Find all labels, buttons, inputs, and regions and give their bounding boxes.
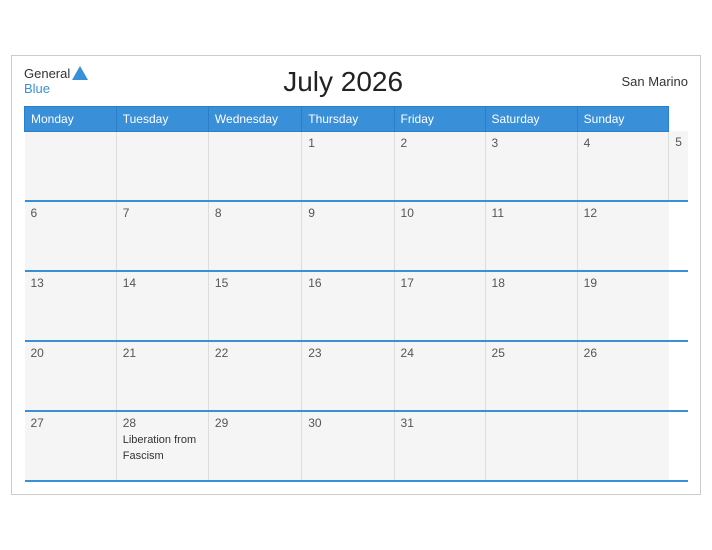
calendar-cell <box>577 411 669 481</box>
header-wednesday: Wednesday <box>208 106 301 131</box>
day-number: 9 <box>308 206 387 220</box>
day-number: 14 <box>123 276 202 290</box>
month-title: July 2026 <box>88 66 598 98</box>
logo-general: General <box>24 67 70 81</box>
calendar-week-row: 12345 <box>25 131 689 201</box>
header-saturday: Saturday <box>485 106 577 131</box>
day-number: 16 <box>308 276 387 290</box>
calendar-cell <box>485 411 577 481</box>
calendar-week-row: 13 14 15 16 17 18 19 <box>25 271 689 341</box>
day-number: 21 <box>123 346 202 360</box>
calendar-wrapper: General Blue July 2026 San Marino Monday… <box>11 55 701 496</box>
calendar-cell: 18 <box>485 271 577 341</box>
calendar-cell: 13 <box>25 271 117 341</box>
calendar-cell: 31 <box>394 411 485 481</box>
day-number: 19 <box>584 276 663 290</box>
header-friday: Friday <box>394 106 485 131</box>
calendar-week-row: 6789 10 11 12 <box>25 201 689 271</box>
day-number: 28 <box>123 416 202 430</box>
day-number: 24 <box>401 346 479 360</box>
calendar-cell: 12 <box>577 201 669 271</box>
calendar-cell: 1 <box>302 131 394 201</box>
calendar-cell: 25 <box>485 341 577 411</box>
day-number: 11 <box>492 206 571 220</box>
day-number: 31 <box>401 416 479 430</box>
calendar-cell: 6 <box>25 201 117 271</box>
event-label: Liberation from Fascism <box>123 434 196 461</box>
calendar-cell: 10 <box>394 201 485 271</box>
calendar-cell <box>25 131 117 201</box>
calendar-cell <box>116 131 208 201</box>
day-number: 2 <box>401 136 479 150</box>
day-number: 10 <box>401 206 479 220</box>
day-number: 23 <box>308 346 387 360</box>
logo-blue: Blue <box>24 82 50 96</box>
day-number: 13 <box>31 276 110 290</box>
logo: General Blue <box>24 67 88 96</box>
calendar-cell: 4 <box>577 131 669 201</box>
calendar-table: Monday Tuesday Wednesday Thursday Friday… <box>24 106 688 483</box>
calendar-cell: 29 <box>208 411 301 481</box>
day-number: 18 <box>492 276 571 290</box>
calendar-cell <box>208 131 301 201</box>
day-number: 30 <box>308 416 387 430</box>
calendar-cell: 23 <box>302 341 394 411</box>
calendar-cell: 5 <box>669 131 688 201</box>
calendar-cell: 27 <box>25 411 117 481</box>
calendar-cell: 7 <box>116 201 208 271</box>
calendar-header: General Blue July 2026 San Marino <box>24 66 688 98</box>
calendar-cell: 24 <box>394 341 485 411</box>
weekday-header-row: Monday Tuesday Wednesday Thursday Friday… <box>25 106 689 131</box>
calendar-cell: 17 <box>394 271 485 341</box>
country-label: San Marino <box>598 74 688 89</box>
day-number: 7 <box>123 206 202 220</box>
calendar-cell: 14 <box>116 271 208 341</box>
calendar-cell: 26 <box>577 341 669 411</box>
calendar-cell: 9 <box>302 201 394 271</box>
header-sunday: Sunday <box>577 106 669 131</box>
calendar-cell: 21 <box>116 341 208 411</box>
calendar-cell: 19 <box>577 271 669 341</box>
header-monday: Monday <box>25 106 117 131</box>
calendar-cell: 28 Liberation from Fascism <box>116 411 208 481</box>
calendar-cell: 15 <box>208 271 301 341</box>
day-number: 6 <box>31 206 110 220</box>
header-tuesday: Tuesday <box>116 106 208 131</box>
calendar-cell: 8 <box>208 201 301 271</box>
day-number: 5 <box>675 135 682 149</box>
day-number: 27 <box>31 416 110 430</box>
calendar-cell: 16 <box>302 271 394 341</box>
day-number: 17 <box>401 276 479 290</box>
calendar-cell: 20 <box>25 341 117 411</box>
day-number: 4 <box>584 136 663 150</box>
logo-triangle-icon <box>72 66 88 80</box>
day-number: 15 <box>215 276 295 290</box>
calendar-cell: 30 <box>302 411 394 481</box>
day-number: 20 <box>31 346 110 360</box>
calendar-cell: 22 <box>208 341 301 411</box>
day-number: 8 <box>215 206 295 220</box>
day-number: 12 <box>584 206 663 220</box>
day-number: 26 <box>584 346 663 360</box>
day-number: 22 <box>215 346 295 360</box>
day-number: 25 <box>492 346 571 360</box>
calendar-week-row: 20 21 22 23 24 25 26 <box>25 341 689 411</box>
header-thursday: Thursday <box>302 106 394 131</box>
calendar-week-row: 27 28 Liberation from Fascism 29 30 31 <box>25 411 689 481</box>
calendar-cell: 3 <box>485 131 577 201</box>
calendar-cell: 11 <box>485 201 577 271</box>
day-number: 29 <box>215 416 295 430</box>
day-number: 3 <box>492 136 571 150</box>
day-number: 1 <box>308 136 387 150</box>
calendar-cell: 2 <box>394 131 485 201</box>
